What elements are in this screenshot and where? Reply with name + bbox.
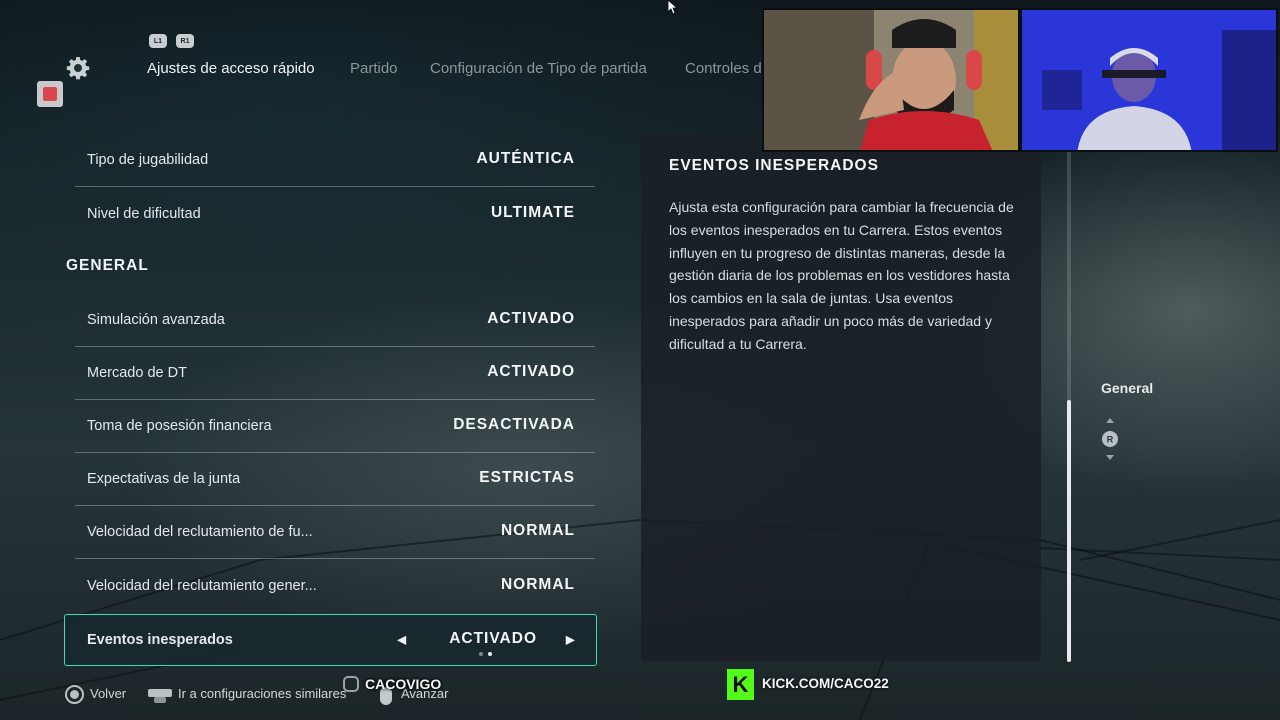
- setting-row-difficulty[interactable]: Nivel de dificultad ULTIMATE: [75, 187, 595, 240]
- career-mode-icon[interactable]: [37, 81, 63, 107]
- l1-bumper-icon: L1: [149, 34, 167, 48]
- back-button[interactable]: Volver: [90, 686, 126, 701]
- setting-value: AUTÉNTICA: [476, 149, 575, 167]
- arrow-left-icon[interactable]: ◀: [397, 632, 406, 646]
- kick-logo-icon: K: [727, 669, 754, 700]
- setting-label: Velocidad del reclutamiento de fu...: [87, 524, 313, 540]
- setting-label: Eventos inesperados: [87, 632, 233, 648]
- description-title: EVENTOS INESPERADOS: [669, 157, 879, 174]
- instagram-icon: [343, 676, 359, 692]
- right-stick-icon: R: [1102, 418, 1118, 460]
- setting-row-unexpected-events[interactable]: Eventos inesperados ◀ ACTIVADO ▶: [64, 614, 597, 666]
- setting-label: Toma de posesión financiera: [87, 418, 272, 434]
- streamer-watermark: CACOVIGO: [365, 676, 442, 692]
- setting-value: DESACTIVADA: [453, 415, 575, 433]
- option-dot: [479, 652, 483, 656]
- setting-value: NORMAL: [500, 521, 575, 539]
- setting-label: Mercado de DT: [87, 365, 187, 381]
- similar-settings-button[interactable]: Ir a configuraciones similares: [178, 686, 346, 701]
- tab-quick-settings[interactable]: Ajustes de acceso rápido: [147, 60, 315, 77]
- setting-value: ACTIVADO: [487, 309, 575, 327]
- kick-channel-url: KICK.COM/CACO22: [762, 676, 889, 691]
- side-nav-label: General: [1101, 380, 1154, 396]
- setting-row-financial-takeover[interactable]: Toma de posesión financiera DESACTIVADA: [75, 400, 595, 453]
- description-panel: EVENTOS INESPERADOS Ajusta esta configur…: [641, 134, 1041, 661]
- setting-value: ACTIVADO: [449, 629, 537, 647]
- setting-row-gameplay-type[interactable]: Tipo de jugabilidad AUTÉNTICA: [75, 134, 595, 187]
- webcam-person-2: [1022, 10, 1276, 150]
- description-body: Ajusta esta configuración para cambiar l…: [669, 199, 1014, 352]
- setting-row-advanced-simulation[interactable]: Simulación avanzada ACTIVADO: [75, 294, 595, 347]
- touchpad-icon: [148, 689, 172, 703]
- setting-label: Expectativas de la junta: [87, 471, 241, 487]
- webcam-feed-2: [1020, 8, 1278, 152]
- setting-row-general-scouting-speed[interactable]: Velocidad del reclutamiento gener... NOR…: [75, 559, 595, 612]
- setting-row-youth-scouting-speed[interactable]: Velocidad del reclutamiento de fu... NOR…: [75, 506, 595, 559]
- right-stick-letter: R: [1107, 435, 1114, 445]
- tab-controls[interactable]: Controles d: [685, 60, 762, 77]
- r1-bumper-icon: R1: [176, 34, 194, 48]
- webcam-person-1: [764, 10, 1018, 150]
- option-dots: [479, 652, 492, 656]
- scrollbar[interactable]: [1067, 150, 1071, 662]
- option-dot-active: [488, 652, 492, 656]
- section-title-general: GENERAL: [66, 257, 149, 274]
- setting-value: ULTIMATE: [490, 203, 575, 221]
- arrow-right-icon[interactable]: ▶: [566, 632, 575, 646]
- setting-value: NORMAL: [500, 575, 575, 593]
- webcam-feed-1: [762, 8, 1020, 152]
- scrollbar-thumb[interactable]: [1067, 400, 1071, 662]
- setting-label: Velocidad del reclutamiento gener...: [87, 577, 317, 594]
- setting-row-manager-market[interactable]: Mercado de DT ACTIVADO: [75, 347, 595, 400]
- setting-value: ESTRICTAS: [479, 468, 575, 486]
- setting-row-board-expectations[interactable]: Expectativas de la junta ESTRICTAS: [75, 453, 595, 506]
- gear-icon[interactable]: [66, 56, 90, 80]
- mouse-cursor-icon: [668, 0, 678, 15]
- circle-button-icon[interactable]: [65, 685, 84, 704]
- tab-match-type-settings[interactable]: Configuración de Tipo de partida: [430, 60, 647, 77]
- setting-value: ACTIVADO: [487, 362, 575, 380]
- setting-label: Nivel de dificultad: [87, 205, 201, 222]
- tab-match[interactable]: Partido: [350, 60, 398, 77]
- setting-label: Tipo de jugabilidad: [87, 152, 209, 168]
- setting-label: Simulación avanzada: [87, 312, 225, 328]
